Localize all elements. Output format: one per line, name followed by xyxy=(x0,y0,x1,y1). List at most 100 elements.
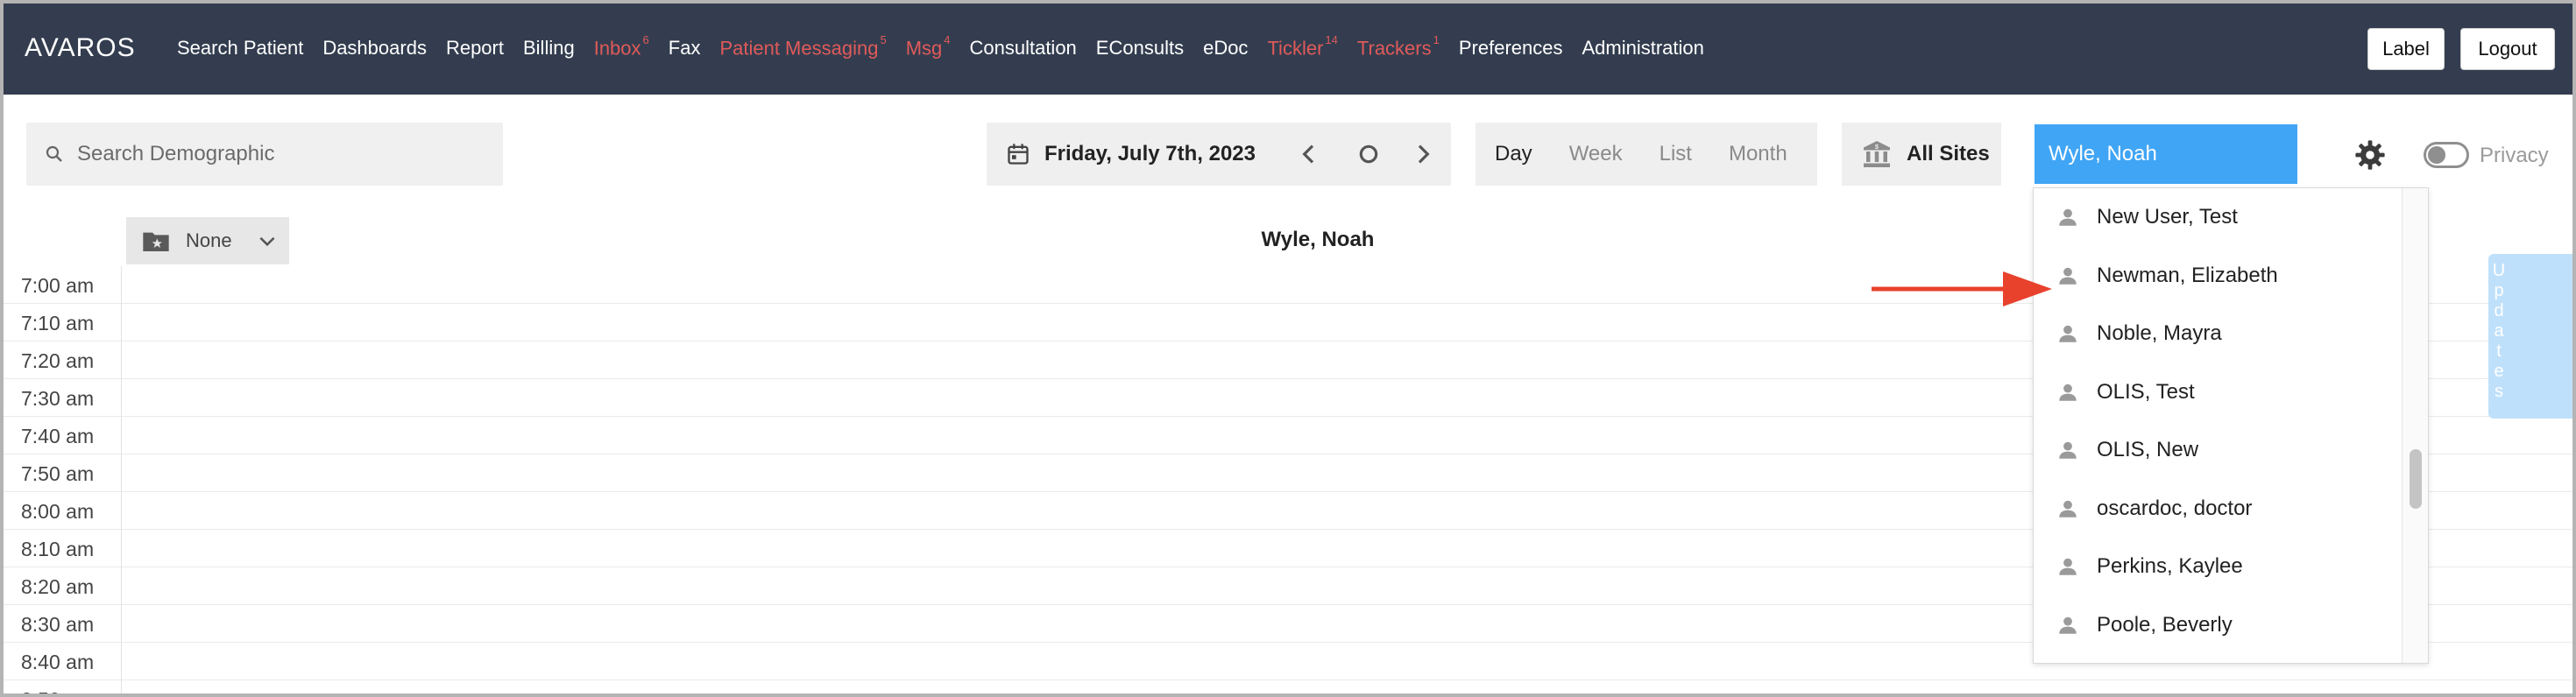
option-label: OLIS, New xyxy=(2097,438,2199,461)
folder-select[interactable]: None xyxy=(126,217,289,264)
option-label: oscardoc, doctor xyxy=(2097,496,2253,520)
updates-letter: p xyxy=(2494,281,2504,300)
nav-label: Msg xyxy=(905,37,943,60)
nav-label: Inbox xyxy=(593,37,641,60)
gear-icon[interactable] xyxy=(2353,138,2387,172)
nav-badge: 4 xyxy=(944,33,951,46)
view-tabs: Day Week List Month xyxy=(1476,123,1817,186)
nav-patient-messaging[interactable]: Patient Messaging 5 xyxy=(719,33,886,60)
provider-select[interactable]: Wyle, Noah xyxy=(2035,124,2297,184)
nav-consultation[interactable]: Consultation xyxy=(969,37,1076,60)
provider-column-header: Wyle, Noah xyxy=(1261,228,1375,251)
folder-value: None xyxy=(186,229,232,251)
privacy-label: Privacy xyxy=(2480,144,2549,167)
time-label: 7:50 am xyxy=(21,462,95,485)
time-label: 7:30 am xyxy=(21,387,95,410)
updates-letter: e xyxy=(2494,362,2504,381)
current-date[interactable]: Friday, July 7th, 2023 xyxy=(1044,142,1256,166)
updates-label: Updates xyxy=(2488,261,2509,402)
nav-label: Administration xyxy=(1582,37,1704,59)
circle-today-icon[interactable] xyxy=(1355,140,1383,168)
nav-preferences[interactable]: Preferences xyxy=(1459,37,1563,60)
nav-dashboards[interactable]: Dashboards xyxy=(322,37,427,60)
nav-tickler[interactable]: Tickler 14 xyxy=(1267,33,1337,60)
brand-logo: AVAROS xyxy=(25,33,136,62)
date-navigator: Friday, July 7th, 2023 xyxy=(987,123,1451,186)
person-icon xyxy=(2059,325,2077,342)
dropdown-option[interactable]: OLIS, New xyxy=(2034,421,2402,479)
nav-report[interactable]: Report xyxy=(446,37,504,60)
nav-label: Fax xyxy=(668,37,701,59)
time-label: 8:10 am xyxy=(21,538,95,560)
nav-administration[interactable]: Administration xyxy=(1582,37,1703,60)
nav-badge: 6 xyxy=(642,33,649,46)
updates-letter: t xyxy=(2496,341,2502,361)
time-label: 8:30 am xyxy=(21,613,95,636)
person-icon xyxy=(2059,208,2077,226)
tab-list[interactable]: List xyxy=(1640,142,1692,166)
tab-week[interactable]: Week xyxy=(1550,142,1623,166)
nav-fax[interactable]: Fax xyxy=(669,37,701,60)
time-row: 8:50 am xyxy=(4,680,2572,693)
option-label: OLIS, Test xyxy=(2097,379,2195,404)
updates-letter: U xyxy=(2492,261,2506,280)
nav-label: Patient Messaging xyxy=(719,37,879,60)
nav-label: Billing xyxy=(523,37,575,59)
dropdown-option[interactable]: Perkins, Kaylee xyxy=(2034,538,2402,595)
person-icon xyxy=(2059,558,2077,575)
time-label: 7:20 am xyxy=(21,349,95,372)
time-label: 8:40 am xyxy=(21,651,95,673)
search-demographic[interactable] xyxy=(26,123,503,186)
tab-day[interactable]: Day xyxy=(1476,142,1532,166)
person-icon xyxy=(2059,384,2077,401)
time-label: 7:40 am xyxy=(21,425,95,447)
person-icon xyxy=(2059,616,2077,634)
chevron-left-icon[interactable] xyxy=(1295,140,1323,168)
nav-billing[interactable]: Billing xyxy=(523,37,575,60)
nav-search-patient[interactable]: Search Patient xyxy=(177,37,303,60)
nav-badge: 1 xyxy=(1433,33,1440,46)
dropdown-option[interactable]: New User, Test xyxy=(2034,188,2402,246)
nav-inbox[interactable]: Inbox 6 xyxy=(593,33,649,60)
scrollbar-thumb[interactable] xyxy=(2410,449,2422,509)
tab-month[interactable]: Month xyxy=(1709,142,1787,166)
option-label: New User, Test xyxy=(2097,205,2238,229)
nav-econsults[interactable]: EConsults xyxy=(1096,37,1184,60)
updates-side-tab[interactable]: Updates xyxy=(2488,254,2572,419)
sites-label: All Sites xyxy=(1907,142,1990,165)
nav-label: Tickler xyxy=(1267,37,1324,60)
logout-button[interactable]: Logout xyxy=(2460,28,2555,70)
dropdown-option[interactable]: OLIS, Test xyxy=(2034,363,2402,421)
dropdown-option[interactable]: Newman, Elizabeth xyxy=(2034,247,2402,305)
nav-msg[interactable]: Msg 4 xyxy=(905,33,951,60)
nav-edoc[interactable]: eDoc xyxy=(1203,37,1248,60)
nav-badge: 14 xyxy=(1325,33,1338,46)
privacy-toggle[interactable] xyxy=(2424,142,2469,168)
dropdown-option[interactable]: oscardoc, doctor xyxy=(2034,480,2402,538)
nav-label: Preferences xyxy=(1458,37,1563,59)
option-label: Noble, Mayra xyxy=(2097,321,2222,345)
dropdown-scrollbar[interactable] xyxy=(2402,188,2428,663)
provider-value: Wyle, Noah xyxy=(2049,142,2157,165)
appointment-slot[interactable] xyxy=(121,680,2572,693)
time-label: 7:10 am xyxy=(21,312,95,334)
person-icon xyxy=(2059,267,2077,285)
app-window: AVAROS Search Patient Dashboards Report Bil… xyxy=(0,0,2576,697)
dropdown-option[interactable]: Poole, Beverly xyxy=(2034,596,2402,654)
calendar-icon[interactable] xyxy=(1006,142,1030,166)
provider-dropdown: New User, Test Newman, Elizabeth Noble, Ma… xyxy=(2033,187,2429,664)
bank-icon: $ xyxy=(1864,141,1890,167)
sites-selector[interactable]: $ All Sites xyxy=(1842,123,2001,186)
annotation-arrow xyxy=(1872,271,2052,306)
nav-label: Dashboards xyxy=(322,37,427,59)
chevron-right-icon[interactable] xyxy=(1409,140,1437,168)
top-navbar: AVAROS Search Patient Dashboards Report Bil… xyxy=(4,4,2572,95)
option-label: Perkins, Kaylee xyxy=(2097,554,2243,578)
dropdown-option[interactable]: Noble, Mayra xyxy=(2034,305,2402,363)
nav-trackers[interactable]: Trackers 1 xyxy=(1357,33,1440,60)
option-label: Newman, Elizabeth xyxy=(2097,263,2278,287)
nav-label: EConsults xyxy=(1095,37,1185,59)
label-button[interactable]: Label xyxy=(2367,28,2445,70)
search-input[interactable] xyxy=(77,142,480,166)
option-label: Poole, Beverly xyxy=(2097,612,2233,637)
